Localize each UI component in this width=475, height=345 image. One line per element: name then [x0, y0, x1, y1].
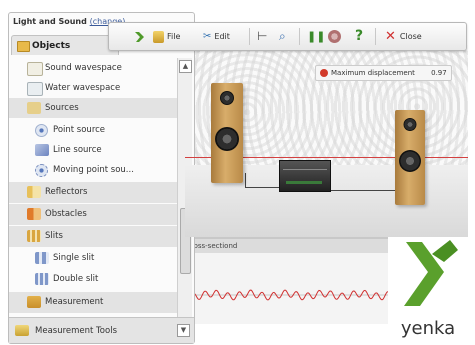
yenka-menu-icon[interactable] [133, 29, 148, 44]
list-item-double-slit[interactable]: Double slit [9, 269, 177, 290]
line-source-icon [35, 144, 49, 156]
moving-point-source-icon [35, 164, 48, 177]
max-displacement-readout[interactable]: Maximum displacement 0.97 [315, 65, 452, 81]
main-toolbar: File ✂ Edit ⊢ ⌕ ❚❚ ? ✕ Close [108, 22, 467, 51]
target-icon [320, 69, 328, 77]
toolbar-separator [299, 28, 300, 45]
toolbar-separator [249, 28, 250, 45]
speaker-wire-right [330, 180, 396, 191]
simulation-viewport[interactable]: Maximum displacement 0.97 [185, 45, 468, 237]
logo-text: yenka [400, 318, 456, 339]
list-item-sound-wavespace[interactable]: Sound wavespace [9, 58, 177, 78]
close-icon: ✕ [385, 29, 396, 44]
scroll-up-button[interactable]: ▲ [179, 60, 192, 73]
single-slit-icon [35, 252, 49, 264]
measurement-icon [27, 296, 41, 308]
category-measurement[interactable]: Measurement [9, 292, 177, 313]
reflectors-icon [27, 186, 41, 198]
edit-menu[interactable]: ✂ Edit [203, 23, 230, 50]
list-item-single-slit[interactable]: Single slit [9, 248, 177, 269]
category-obstacles[interactable]: Obstacles [9, 204, 177, 225]
yenka-chevron-logo [404, 240, 458, 306]
measure-icon[interactable]: ⊢ [257, 23, 267, 50]
pause-icon[interactable]: ❚❚ [307, 23, 325, 50]
left-speaker[interactable] [211, 83, 243, 183]
window-title: Light and Sound [13, 17, 87, 26]
toolbar-separator [375, 28, 376, 45]
tab-objects-label: Objects [32, 41, 71, 51]
close-button[interactable]: ✕ Close [385, 23, 422, 50]
measurement-tools-label: Measurement Tools [35, 326, 117, 336]
help-icon[interactable]: ? [355, 23, 363, 50]
list-item-water-wavespace[interactable]: Water wavespace [9, 78, 177, 98]
file-icon [153, 30, 164, 43]
category-slits[interactable]: Slits [9, 226, 177, 247]
wavespace-icon [27, 62, 43, 76]
double-slit-icon [35, 273, 49, 285]
yenka-logo: yenka [388, 232, 468, 342]
measurement-tools-section[interactable]: Measurement Tools ▼ [9, 317, 194, 343]
scissors-icon: ✂ [203, 31, 212, 42]
category-sources[interactable]: Sources [9, 98, 177, 118]
zoom-icon[interactable]: ⌕ [279, 23, 286, 50]
settings-icon[interactable] [328, 23, 341, 50]
speaker-wire-left [245, 173, 283, 188]
max-displacement-label: Maximum displacement [331, 69, 415, 77]
wavespace-icon [27, 82, 43, 96]
sources-icon [27, 102, 41, 114]
graph-header: cross-sectiond [185, 239, 388, 253]
list-item-point-source[interactable]: Point source [9, 120, 177, 140]
folder-icon [17, 41, 30, 52]
list-item-moving-point-source[interactable]: Moving point sou... [9, 160, 177, 180]
measurement-tools-icon [15, 325, 29, 336]
obstacles-icon [27, 208, 41, 220]
max-displacement-value: 0.97 [431, 69, 447, 77]
point-source-icon [35, 124, 48, 137]
category-reflectors[interactable]: Reflectors [9, 182, 177, 203]
right-speaker[interactable] [395, 110, 425, 205]
amplifier[interactable] [279, 160, 331, 192]
object-list: Sound wavespace Water wavespace Sources … [9, 58, 177, 323]
objects-panel: Light and Sound (change) Objects Sound w… [8, 12, 195, 344]
tab-objects[interactable]: Objects [11, 35, 119, 55]
list-item-line-source[interactable]: Line source [9, 140, 177, 160]
cross-section-graph[interactable]: cross-sectiond [185, 237, 388, 324]
file-menu[interactable]: File [153, 23, 180, 50]
chevron-down-icon[interactable]: ▼ [177, 324, 190, 337]
slits-icon [27, 230, 41, 242]
waveform-plot [185, 289, 388, 301]
